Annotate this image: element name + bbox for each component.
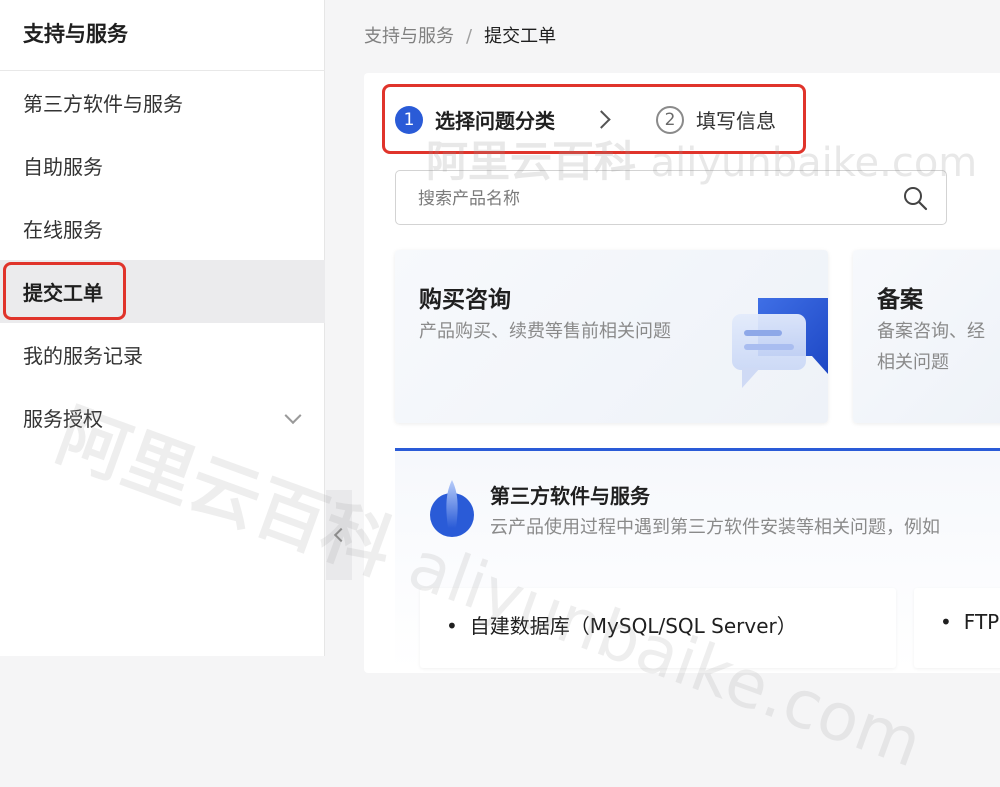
breadcrumb-current: 提交工单 [484,26,557,47]
rocket-icon [430,480,474,537]
card-desc: 产品购买、续费等售前相关问题 [419,321,671,342]
card-title: 备案 [877,287,923,313]
sidebar-item-label: 第三方软件与服务 [23,92,183,116]
sidebar-item-label: 服务授权 [23,407,103,431]
search-icon[interactable] [902,185,928,211]
sub-category-item[interactable]: FTP [940,610,999,634]
chevron-down-icon[interactable] [284,406,302,424]
breadcrumb: 支持与服务 / 提交工单 [364,22,556,48]
sidebar-title: 支持与服务 [23,22,128,46]
chevron-left-icon [333,527,349,543]
sidebar: 支持与服务 第三方软件与服务 自助服务 在线服务 提交工单 我的服务记录 服务授… [0,0,325,656]
card-purchase-consult[interactable]: 购买咨询 产品购买、续费等售前相关问题 [395,250,828,423]
sidebar-item-label: 在线服务 [23,218,103,242]
sidebar-item-service-authorization[interactable]: 服务授权 [0,386,325,449]
sidebar-item-third-party[interactable]: 第三方软件与服务 [0,71,325,134]
product-search-box [395,170,947,226]
section-title: 第三方软件与服务 [490,484,650,508]
card-title: 购买咨询 [419,287,511,313]
card-desc-line: 相关问题 [877,352,949,373]
sub-category-item[interactable]: 自建数据库（MySQL/SQL Server） [446,610,797,639]
chat-bubble-icon [732,298,828,388]
section-desc: 云产品使用过程中遇到第三方软件安装等相关问题，例如 [490,517,940,538]
breadcrumb-parent[interactable]: 支持与服务 [364,26,454,47]
sidebar-item-label: 自助服务 [23,155,103,179]
highlight-box [382,84,806,154]
highlight-box [3,262,126,320]
sidebar-item-service-records[interactable]: 我的服务记录 [0,323,325,386]
card-filing[interactable]: 备案 备案咨询、经 相关问题 [853,250,1000,423]
search-input[interactable] [416,171,890,226]
card-desc: 备案咨询、经 相关问题 [877,316,985,378]
sidebar-item-self-service[interactable]: 自助服务 [0,134,325,197]
card-desc-line: 备案咨询、经 [877,321,985,342]
sidebar-item-online-service[interactable]: 在线服务 [0,197,325,260]
sidebar-item-label: 我的服务记录 [23,344,143,368]
breadcrumb-separator: / [466,26,473,47]
sidebar-collapse-button[interactable] [326,490,352,580]
